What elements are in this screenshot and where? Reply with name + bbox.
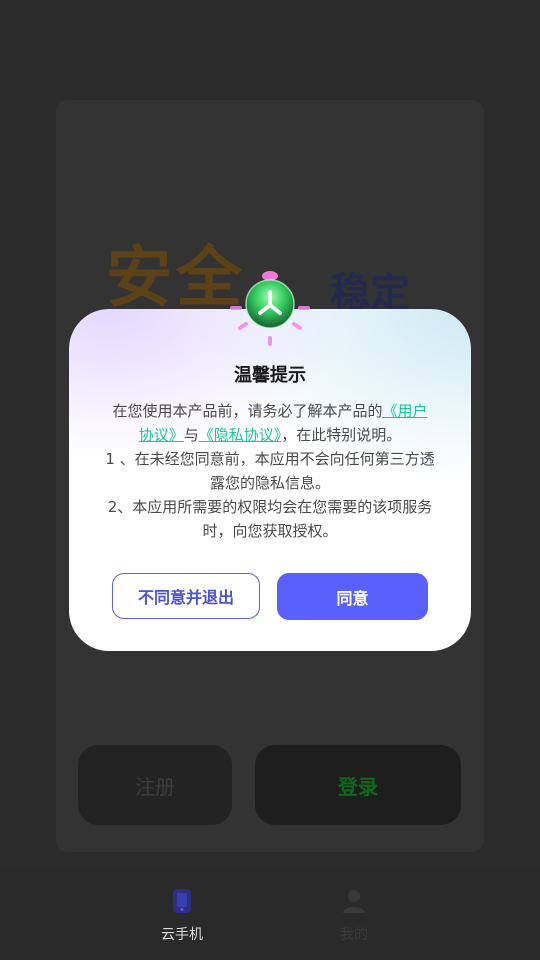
tab-me[interactable]: 我的 <box>314 886 394 944</box>
privacy-agreement-link[interactable]: 《隐私协议》 <box>199 426 282 444</box>
user-icon <box>343 890 365 913</box>
privacy-dialog: 温馨提示 在您使用本产品前，请务必了解本产品的《用户协议》与《隐私协议》，在此特… <box>69 309 471 651</box>
login-button[interactable]: 登录 <box>255 745 461 825</box>
tab-cloud-phone[interactable]: 云手机 <box>142 886 222 944</box>
tab-me-label: 我的 <box>340 927 368 943</box>
point-1: 1 、在未经您同意前，本应用不会向任何第三方透露您的隐私信息。 <box>105 450 435 492</box>
hero-title: 安全 <box>106 239 246 316</box>
disagree-exit-button[interactable]: 不同意并退出 <box>112 573 260 619</box>
intro-prefix: 在您使用本产品前，请务必了解本产品的 <box>112 402 383 420</box>
intro-paragraph: 在您使用本产品前，请务必了解本产品的《用户协议》与《隐私协议》，在此特别说明。 <box>105 399 435 447</box>
dialog-body: 在您使用本产品前，请务必了解本产品的《用户协议》与《隐私协议》，在此特别说明。 … <box>105 399 435 543</box>
register-button[interactable]: 注册 <box>78 745 232 825</box>
point-2: 2、本应用所需要的权限均会在您需要的该项服务时，向您获取授权。 <box>107 498 433 540</box>
shield-badge-icon <box>230 271 310 346</box>
agree-button[interactable]: 同意 <box>277 573 428 620</box>
intro-suffix: ，在此特别说明。 <box>281 426 402 444</box>
dialog-title: 温馨提示 <box>234 365 306 386</box>
phone-icon <box>173 889 191 913</box>
tab-cloud-phone-label: 云手机 <box>161 927 203 943</box>
bottom-tab-bar: 云手机 我的 <box>0 868 540 960</box>
connector-text: 与 <box>183 426 199 444</box>
